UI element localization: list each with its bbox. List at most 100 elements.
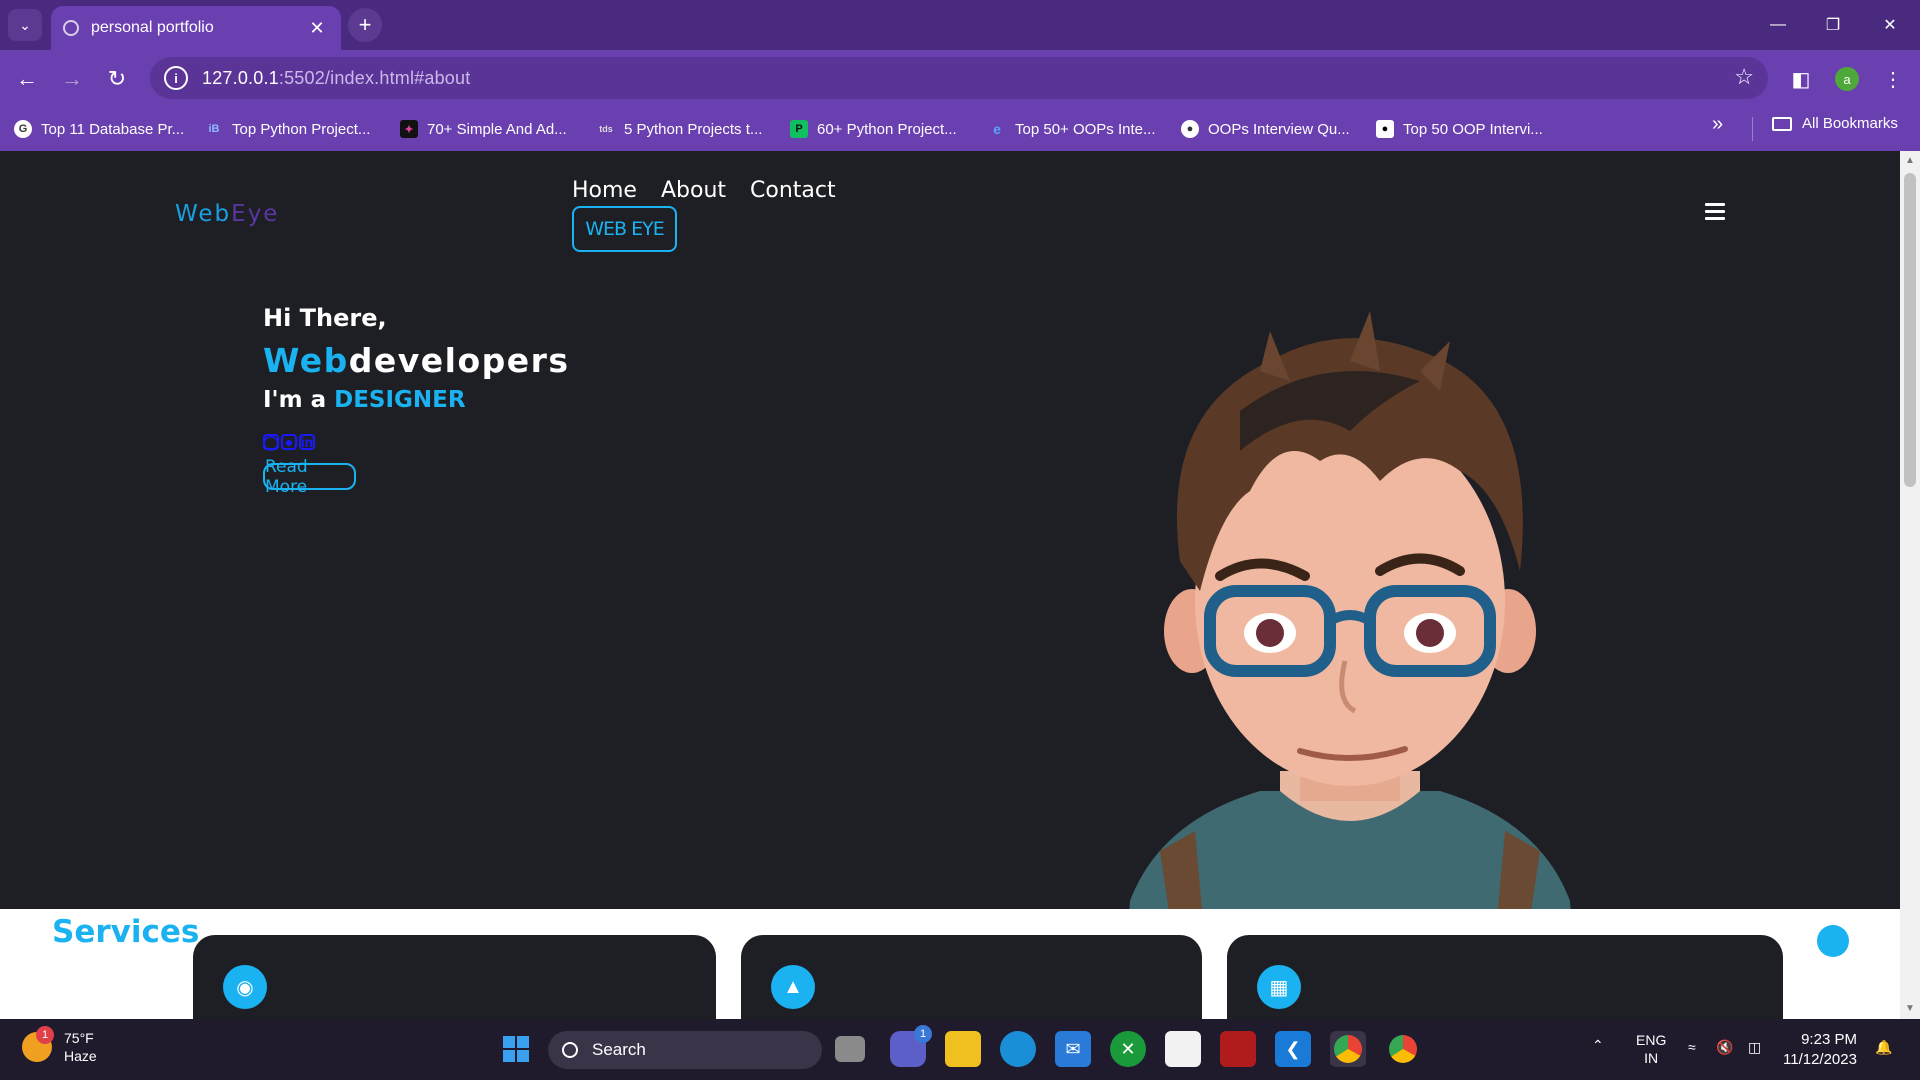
logo-text-eye: Eye (231, 201, 280, 227)
tab-strip: ⌄ personal portfolio ✕ + — ❐ ✕ (0, 0, 1920, 50)
services-title: Services (52, 914, 200, 950)
headline-rest: developers (348, 341, 570, 380)
read-more-button[interactable]: Read More (263, 457, 356, 497)
profile-avatar[interactable]: a (1835, 67, 1859, 91)
language-code: ENG (1636, 1032, 1667, 1048)
xbox-icon[interactable]: ✕ (1110, 1031, 1146, 1067)
all-bookmarks-label: All Bookmarks (1802, 115, 1898, 132)
language-indicator[interactable]: ENG IN (1636, 1031, 1666, 1067)
notifications-icon[interactable]: 🔔 (1875, 1039, 1892, 1056)
wifi-icon[interactable]: ≈ (1688, 1039, 1696, 1055)
bookmark-item[interactable]: ● OOPs Interview Qu... (1181, 117, 1350, 141)
chrome-profile-icon[interactable] (1385, 1031, 1421, 1067)
mail-icon[interactable]: ✉ (1055, 1031, 1091, 1067)
bookmark-star-icon[interactable]: ☆ (1734, 64, 1754, 90)
taskbar-search[interactable]: Search (548, 1031, 822, 1069)
more-bookmarks-icon[interactable]: » (1712, 113, 1723, 136)
bookmark-label: 60+ Python Project... (817, 120, 957, 138)
side-panel-icon[interactable]: ◧ (1784, 62, 1818, 96)
back-button[interactable]: ← (10, 62, 44, 96)
reload-button[interactable]: ↻ (100, 62, 134, 96)
weather-condition: Haze (64, 1048, 97, 1064)
bookmark-item[interactable]: ✦ 70+ Simple And Ad... (400, 117, 567, 141)
bookmark-item[interactable]: ● Top 50 OOP Intervi... (1376, 117, 1543, 141)
globe-icon: ◉ (223, 965, 267, 1009)
edge-icon[interactable] (1000, 1031, 1036, 1067)
bookmark-item[interactable]: tds 5 Python Projects t... (597, 117, 762, 141)
role-prefix: I'm a (263, 387, 335, 413)
bookmark-label: Top 11 Database Pr... (41, 120, 185, 138)
floating-action-button[interactable] (1817, 925, 1849, 957)
volume-muted-icon[interactable]: 🔇 (1716, 1039, 1733, 1056)
restore-button[interactable]: ❐ (1813, 10, 1853, 40)
bookmark-label: 70+ Simple And Ad... (427, 120, 567, 138)
store-icon[interactable] (1165, 1031, 1201, 1067)
minimize-button[interactable]: — (1758, 10, 1798, 40)
pc-icon: P (790, 120, 808, 138)
forward-button[interactable]: → (55, 62, 89, 96)
scroll-up-icon[interactable]: ▲ (1905, 155, 1915, 166)
task-view-icon[interactable] (835, 1036, 865, 1062)
chevron-down-icon: ⌄ (19, 16, 31, 33)
bookmarks-bar: G Top 11 Database Pr... iB Top Python Pr… (0, 107, 1920, 151)
nav-home[interactable]: Home (572, 178, 637, 203)
role-text: DESIGNER (334, 387, 466, 413)
close-window-button[interactable]: ✕ (1870, 10, 1910, 40)
region-code: IN (1644, 1050, 1659, 1066)
main-nav: Home About Contact (572, 178, 836, 203)
weather-icon: 1 (22, 1026, 54, 1062)
ib-icon: iB (208, 123, 220, 135)
sparkle-icon: ✦ (400, 120, 418, 138)
battery-icon[interactable]: ◫ (1748, 1039, 1761, 1056)
weather-widget[interactable]: 1 75°F Haze (22, 1026, 97, 1065)
clock-time: 9:23 PM (1801, 1031, 1857, 1048)
nav-contact[interactable]: Contact (750, 178, 836, 203)
bookmark-item[interactable]: e Top 50+ OOPs Inte... (988, 117, 1156, 141)
url-path: :5502/index.html#about (278, 67, 471, 88)
scrollbar-thumb[interactable] (1904, 173, 1916, 487)
vscode-icon[interactable]: ❮ (1275, 1031, 1311, 1067)
show-hidden-icons[interactable]: ⌃ (1592, 1037, 1604, 1054)
app-icon[interactable] (1220, 1031, 1256, 1067)
linkedin-icon[interactable]: in (299, 434, 315, 450)
bookmark-item[interactable]: G Top 11 Database Pr... (14, 117, 184, 141)
site-info-icon[interactable]: i (164, 66, 188, 90)
all-bookmarks-button[interactable]: All Bookmarks (1772, 115, 1898, 132)
file-explorer-icon[interactable] (945, 1031, 981, 1067)
globe-icon: ● (1181, 120, 1199, 138)
scroll-down-icon[interactable]: ▼ (1905, 1003, 1915, 1014)
page-scrollbar[interactable]: ▲ ▼ (1900, 151, 1920, 1019)
teams-icon[interactable]: 1 (890, 1025, 932, 1067)
hamburger-menu-icon[interactable] (1705, 203, 1725, 224)
tab-search-button[interactable]: ⌄ (8, 9, 42, 41)
page-viewport: WebEye Home About Contact WEB EYE Hi The… (0, 151, 1900, 1019)
new-tab-button[interactable]: + (348, 8, 382, 42)
clock[interactable]: 9:23 PM 11/12/2023 (1783, 1030, 1857, 1070)
instagram-icon[interactable]: ◯ (263, 434, 279, 450)
temperature: 75°F (64, 1030, 94, 1046)
clock-date: 11/12/2023 (1783, 1051, 1857, 1068)
e-icon: e (993, 121, 1001, 137)
social-links: ◯ ● in (263, 434, 315, 450)
address-bar[interactable]: i 127.0.0.1:5502/index.html#about ☆ (150, 57, 1768, 99)
close-tab-icon[interactable]: ✕ (305, 18, 329, 39)
site-logo[interactable]: WebEye (175, 201, 279, 227)
bookmark-label: Top 50+ OOPs Inte... (1015, 120, 1156, 138)
folder-icon (1772, 116, 1792, 131)
search-label: Search (592, 1040, 646, 1059)
active-tab[interactable]: personal portfolio ✕ (51, 6, 341, 50)
chrome-icon[interactable] (1330, 1031, 1366, 1067)
notification-badge: 1 (36, 1026, 54, 1044)
menu-dots-icon[interactable]: ⋮ (1876, 62, 1910, 96)
github-icon[interactable]: ● (281, 434, 297, 450)
windows-start-icon[interactable] (498, 1031, 534, 1067)
bookmark-label: 5 Python Projects t... (624, 120, 763, 138)
search-icon (562, 1042, 578, 1058)
headline: Webdevelopers (263, 341, 570, 380)
url-text[interactable]: 127.0.0.1:5502/index.html#about (202, 68, 470, 89)
bookmark-item[interactable]: iB Top Python Project... (205, 117, 371, 141)
url-host: 127.0.0.1 (202, 67, 279, 88)
nav-about[interactable]: About (661, 178, 726, 203)
bookmark-item[interactable]: P 60+ Python Project... (790, 117, 957, 141)
web-eye-button[interactable]: WEB EYE (572, 206, 677, 252)
